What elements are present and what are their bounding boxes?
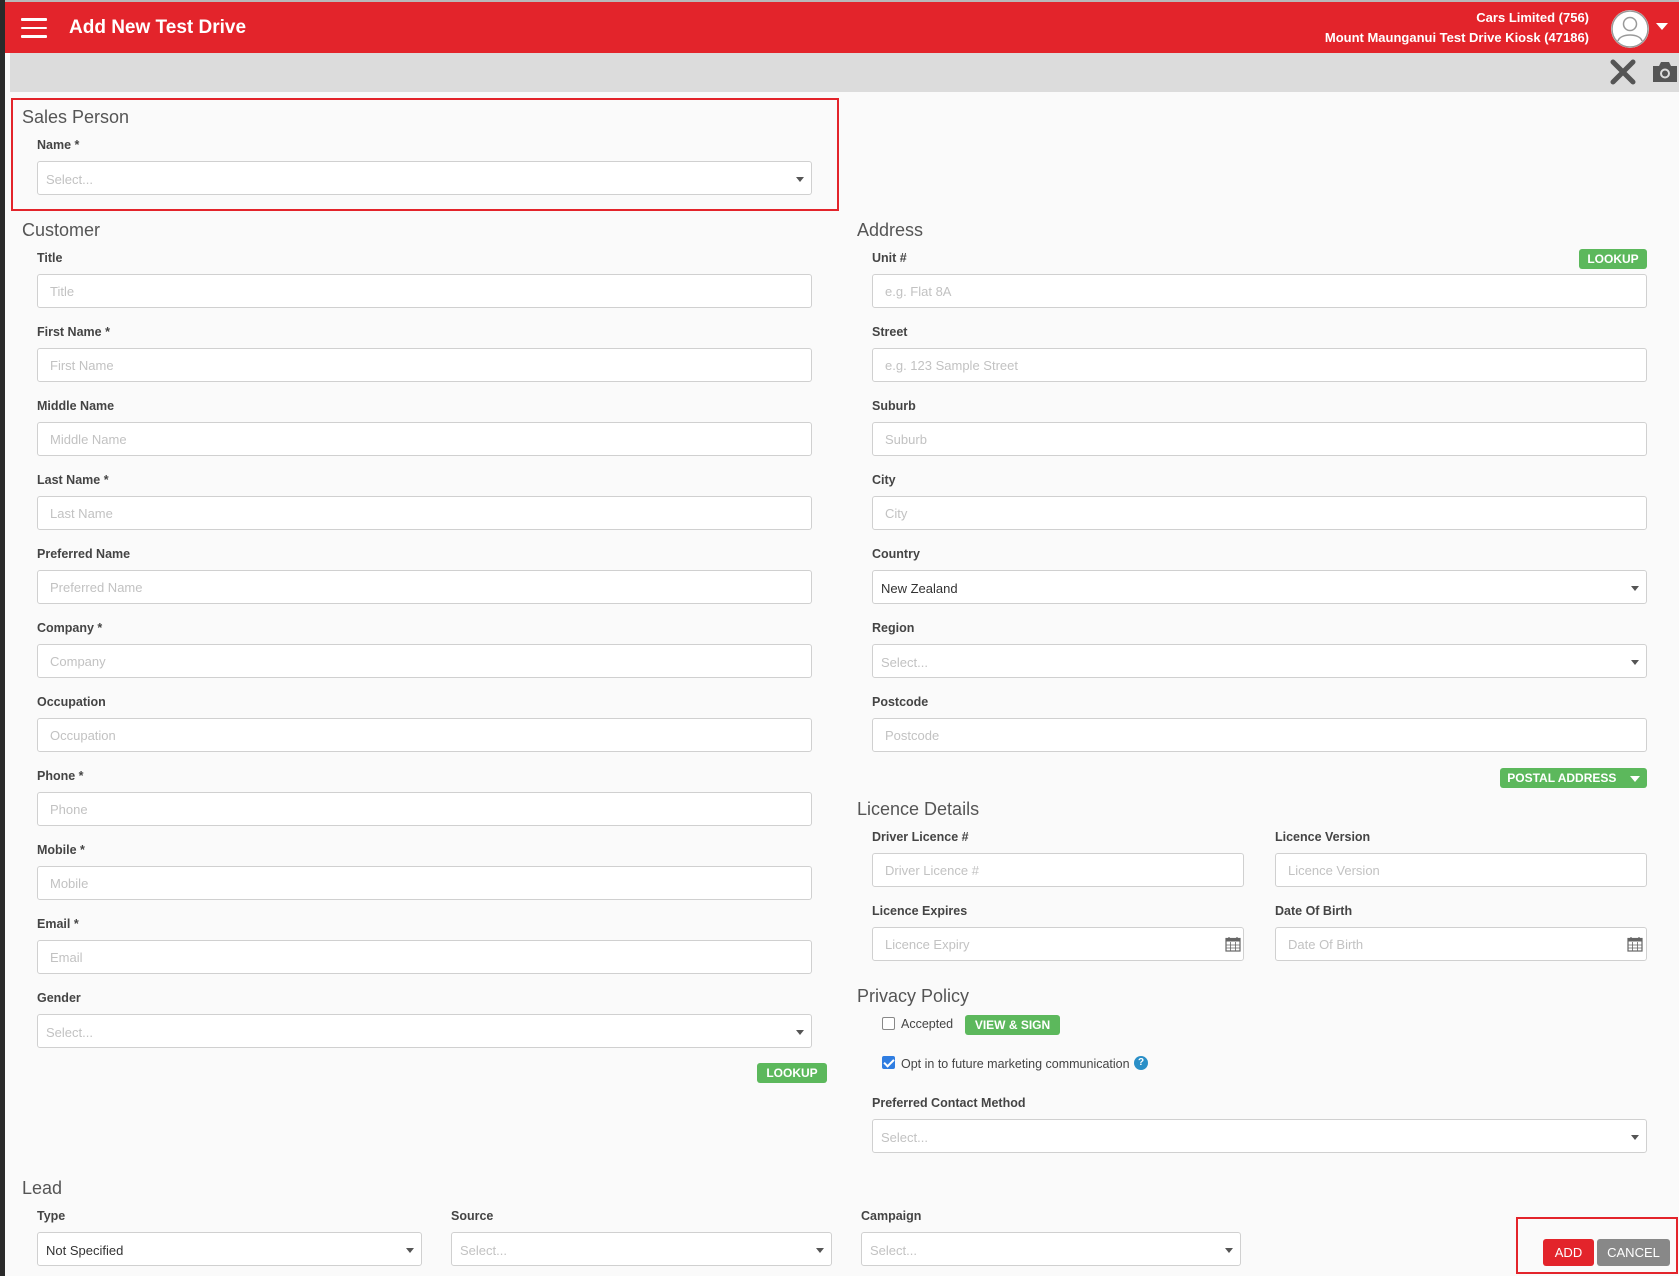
user-menu-chevron-down-icon[interactable] — [1656, 23, 1668, 30]
dealer-name: Cars Limited (756) — [1476, 10, 1589, 25]
lead-campaign-label: Campaign — [861, 1209, 922, 1223]
last-name-label: Last Name * — [37, 473, 109, 487]
licence-version-input[interactable] — [1275, 853, 1647, 887]
email-label: Email * — [37, 917, 79, 931]
app-frame: Add New Test Drive Cars Limited (756) Mo… — [0, 0, 1679, 1276]
title-input[interactable] — [37, 274, 812, 308]
middle-name-label: Middle Name — [37, 399, 115, 413]
unit-label: Unit # — [872, 251, 907, 265]
add-button[interactable]: ADD — [1543, 1239, 1594, 1266]
licence-heading: Licence Details — [857, 799, 980, 819]
toolbar — [10, 53, 1679, 92]
page-title: Add New Test Drive — [69, 17, 247, 38]
lead-type-label: Type — [37, 1209, 66, 1223]
address-heading: Address — [857, 220, 924, 240]
title-label: Title — [37, 251, 63, 265]
help-icon[interactable]: ? — [1134, 1056, 1148, 1070]
chevron-down-icon — [816, 1248, 824, 1253]
street-label: Street — [872, 325, 908, 339]
suburb-input[interactable] — [872, 422, 1647, 456]
location-name: Mount Maunganui Test Drive Kiosk (47186) — [1324, 30, 1589, 45]
country-label: Country — [872, 547, 920, 561]
email-input[interactable] — [37, 940, 812, 974]
chevron-down-icon — [1631, 586, 1639, 591]
licence-expires-input[interactable] — [872, 927, 1244, 961]
preferred-contact-method-select[interactable]: Select... — [872, 1119, 1647, 1153]
sales-person-name-label: Name * — [37, 138, 80, 152]
view-and-sign-button[interactable]: VIEW & SIGN — [965, 1015, 1060, 1035]
gender-label: Gender — [37, 991, 81, 1005]
preferred-contact-method-label: Preferred Contact Method — [872, 1096, 1026, 1110]
region-label: Region — [872, 621, 915, 635]
preferred-name-input[interactable] — [37, 570, 812, 604]
lead-source-select[interactable]: Select... — [451, 1232, 832, 1266]
preferred-name-label: Preferred Name — [37, 547, 131, 561]
occupation-input[interactable] — [37, 718, 812, 752]
chevron-down-icon — [1225, 1248, 1233, 1253]
street-input[interactable] — [872, 348, 1647, 382]
user-avatar-icon[interactable] — [1611, 10, 1649, 48]
lead-campaign-select[interactable]: Select... — [861, 1232, 1241, 1266]
lead-heading: Lead — [22, 1178, 63, 1198]
cancel-button[interactable]: CANCEL — [1597, 1239, 1670, 1266]
country-select[interactable]: New Zealand — [872, 570, 1647, 604]
unit-input[interactable] — [872, 274, 1647, 308]
sales-person-name-select[interactable]: Select... — [37, 161, 812, 195]
opt-in-label: Opt in to future marketing communication — [901, 1057, 1130, 1071]
accepted-label: Accepted — [901, 1017, 954, 1031]
chevron-down-icon — [796, 1030, 804, 1035]
close-icon[interactable] — [1608, 57, 1638, 87]
occupation-label: Occupation — [37, 695, 106, 709]
privacy-heading: Privacy Policy — [857, 986, 970, 1006]
company-input[interactable] — [37, 644, 812, 678]
driver-licence-label: Driver Licence # — [872, 830, 969, 844]
customer-heading: Customer — [22, 220, 101, 240]
dob-label: Date Of Birth — [1275, 904, 1353, 918]
sales-person-heading: Sales Person — [22, 107, 130, 127]
region-select[interactable]: Select... — [872, 644, 1647, 678]
licence-expires-label: Licence Expires — [872, 904, 968, 918]
calendar-icon[interactable] — [1627, 936, 1643, 952]
mobile-label: Mobile * — [37, 843, 85, 857]
chevron-down-icon — [1631, 660, 1639, 665]
city-input[interactable] — [872, 496, 1647, 530]
phone-input[interactable] — [37, 792, 812, 826]
mobile-input[interactable] — [37, 866, 812, 900]
first-name-label: First Name * — [37, 325, 110, 339]
first-name-input[interactable] — [37, 348, 812, 382]
company-label: Company * — [37, 621, 103, 635]
driver-licence-input[interactable] — [872, 853, 1244, 887]
chevron-down-icon — [406, 1248, 414, 1253]
chevron-down-icon — [1631, 1135, 1639, 1140]
accepted-checkbox[interactable] — [882, 1017, 895, 1030]
phone-label: Phone * — [37, 769, 84, 783]
customer-lookup-button[interactable]: LOOKUP — [757, 1063, 827, 1083]
calendar-icon[interactable] — [1225, 936, 1241, 952]
last-name-input[interactable] — [37, 496, 812, 530]
opt-in-checkbox[interactable] — [882, 1056, 895, 1069]
camera-icon[interactable] — [1651, 59, 1679, 85]
middle-name-input[interactable] — [37, 422, 812, 456]
licence-version-label: Licence Version — [1275, 830, 1371, 844]
postal-address-button[interactable]: POSTAL ADDRESS — [1500, 768, 1647, 788]
chevron-down-icon — [796, 177, 804, 182]
lead-type-select[interactable]: Not Specified — [37, 1232, 422, 1266]
dob-input[interactable] — [1275, 927, 1647, 961]
hamburger-menu-icon[interactable] — [21, 18, 47, 38]
address-lookup-button[interactable]: LOOKUP — [1579, 249, 1647, 269]
city-label: City — [872, 473, 896, 487]
app-header: Add New Test Drive Cars Limited (756) Mo… — [5, 0, 1679, 53]
lead-source-label: Source — [451, 1209, 494, 1223]
gender-select[interactable]: Select... — [37, 1014, 812, 1048]
chevron-down-icon — [1629, 775, 1640, 782]
postcode-label: Postcode — [872, 695, 929, 709]
postcode-input[interactable] — [872, 718, 1647, 752]
suburb-label: Suburb — [872, 399, 916, 413]
